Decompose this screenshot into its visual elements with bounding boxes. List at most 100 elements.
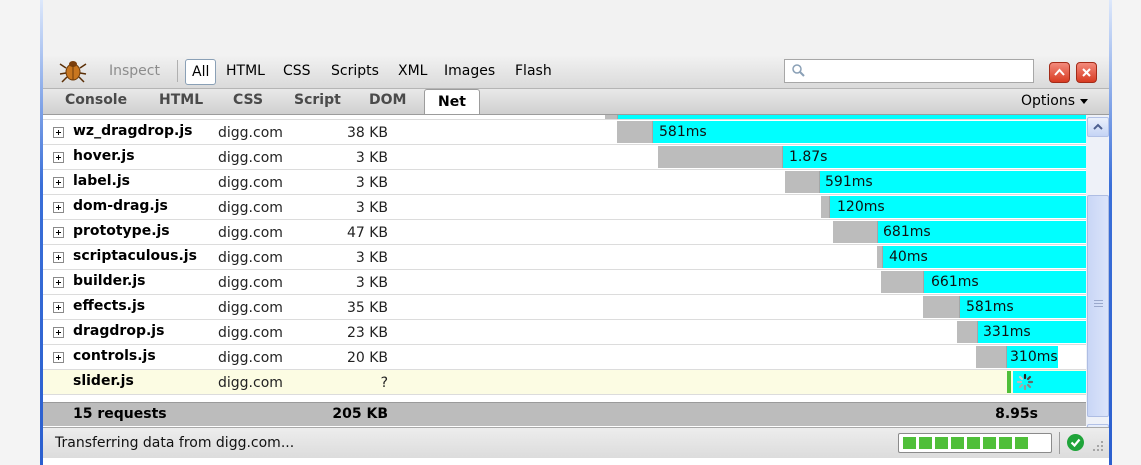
resize-grip-icon[interactable]: [1091, 439, 1105, 457]
filter-flash[interactable]: Flash: [515, 63, 552, 79]
options-label: Options: [1021, 93, 1076, 109]
vertical-scrollbar[interactable]: [1086, 115, 1109, 445]
request-file: scriptaculous.js: [73, 248, 197, 264]
request-file: label.js: [73, 173, 131, 189]
grip-line: [1094, 306, 1103, 307]
panel-tabs: Console HTML CSS Script DOM Net Options: [43, 89, 1109, 115]
table-row[interactable]: slider.js digg.com ?: [43, 370, 1086, 395]
expand-icon[interactable]: [53, 202, 64, 213]
tab-script[interactable]: Script: [294, 92, 341, 108]
request-time: 581ms: [966, 299, 1014, 315]
status-text: Transferring data from digg.com...: [55, 435, 295, 451]
request-file: slider.js: [73, 373, 134, 389]
request-size: 23 KB: [346, 325, 388, 341]
inspect-button[interactable]: Inspect: [109, 63, 160, 79]
wait-bar: [617, 121, 653, 143]
expand-icon[interactable]: [53, 177, 64, 188]
request-file: wz_dragdrop.js: [73, 123, 193, 139]
request-domain: digg.com: [218, 375, 283, 391]
filter-images[interactable]: Images: [444, 63, 495, 79]
status-separator: [1059, 432, 1060, 454]
filter-all[interactable]: All: [185, 59, 217, 85]
request-file: controls.js: [73, 348, 156, 364]
expand-icon[interactable]: [53, 327, 64, 338]
request-file: prototype.js: [73, 223, 170, 239]
tab-css[interactable]: CSS: [233, 92, 263, 108]
wait-bar: [605, 115, 618, 119]
request-domain: digg.com: [218, 275, 283, 291]
tab-dom[interactable]: DOM: [369, 92, 406, 108]
table-row[interactable]: effects.js digg.com 35 KB 581ms: [43, 295, 1086, 320]
request-domain: digg.com: [218, 250, 283, 266]
tab-console[interactable]: Console: [65, 92, 127, 108]
table-row[interactable]: dragdrop.js digg.com 23 KB 331ms: [43, 320, 1086, 345]
filter-css[interactable]: CSS: [283, 63, 311, 79]
expand-icon[interactable]: [53, 352, 64, 363]
progress-bar: [898, 433, 1052, 453]
options-menu[interactable]: Options: [1021, 93, 1089, 109]
wait-bar: [976, 346, 1007, 368]
filter-html[interactable]: HTML: [226, 63, 265, 79]
tab-net[interactable]: Net: [424, 89, 480, 114]
scrollbar-thumb[interactable]: [1087, 195, 1109, 417]
table-row[interactable]: wz_dragdrop.js digg.com 38 KB 581ms: [43, 120, 1086, 145]
filter-xml[interactable]: XML: [398, 63, 427, 79]
scroll-up-button[interactable]: [1087, 117, 1109, 137]
close-button[interactable]: [1076, 62, 1097, 83]
request-time: 591ms: [825, 174, 873, 190]
filter-scripts[interactable]: Scripts: [331, 63, 379, 79]
expand-icon[interactable]: [53, 127, 64, 138]
wait-bar: [923, 296, 960, 318]
minimize-button[interactable]: [1049, 62, 1070, 83]
expand-icon[interactable]: [53, 252, 64, 263]
wait-bar: [881, 271, 924, 293]
wait-bar: [658, 146, 783, 168]
expand-icon[interactable]: [53, 277, 64, 288]
progress-marker: [1007, 371, 1011, 393]
request-domain: digg.com: [218, 225, 283, 241]
expand-icon[interactable]: [53, 227, 64, 238]
request-domain: digg.com: [218, 175, 283, 191]
check-circle-icon: [1067, 434, 1084, 451]
request-size: ?: [380, 375, 388, 391]
toolbar-separator: [177, 60, 178, 82]
search-icon: [791, 63, 806, 78]
request-file: dragdrop.js: [73, 323, 165, 339]
load-bar: [618, 115, 1086, 119]
request-file: dom-drag.js: [73, 198, 168, 214]
wait-bar: [957, 321, 978, 343]
table-row[interactable]: label.js digg.com 3 KB 591ms: [43, 170, 1086, 195]
table-row[interactable]: dom-drag.js digg.com 3 KB 120ms: [43, 195, 1086, 220]
request-time: 661ms: [931, 274, 979, 290]
request-time: 40ms: [889, 249, 928, 265]
request-domain: digg.com: [218, 350, 283, 366]
expand-icon[interactable]: [53, 152, 64, 163]
expand-icon[interactable]: [53, 302, 64, 313]
request-domain: digg.com: [218, 325, 283, 341]
request-domain: digg.com: [218, 300, 283, 316]
progress-segment: [1015, 437, 1028, 449]
progress-segment: [935, 437, 948, 449]
request-time: 331ms: [983, 324, 1031, 340]
load-bar: [783, 146, 1086, 168]
browser-content-area: [40, 0, 1112, 55]
search-input[interactable]: [784, 59, 1034, 83]
request-file: effects.js: [73, 298, 146, 314]
table-row[interactable]: scriptaculous.js digg.com 3 KB 40ms: [43, 245, 1086, 270]
tab-html[interactable]: HTML: [159, 92, 203, 108]
progress-segment: [919, 437, 932, 449]
summary-time: 8.95s: [995, 406, 1038, 422]
table-row[interactable]: controls.js digg.com 20 KB 310ms: [43, 345, 1086, 370]
progress-segment: [967, 437, 980, 449]
table-row[interactable]: prototype.js digg.com 47 KB 681ms: [43, 220, 1086, 245]
window-frame-right: [1109, 0, 1112, 465]
table-row[interactable]: hover.js digg.com 3 KB 1.87s: [43, 145, 1086, 170]
summary-row: 15 requests 205 KB 8.95s: [43, 402, 1086, 426]
summary-requests: 15 requests: [73, 406, 167, 422]
net-request-list: wz_dragdrop.js digg.com 38 KB 581ms hove…: [43, 115, 1086, 402]
firebug-bug-icon[interactable]: [59, 57, 87, 83]
request-domain: digg.com: [218, 150, 283, 166]
request-size: 3 KB: [355, 200, 388, 216]
request-size: 3 KB: [355, 150, 388, 166]
table-row[interactable]: builder.js digg.com 3 KB 661ms: [43, 270, 1086, 295]
